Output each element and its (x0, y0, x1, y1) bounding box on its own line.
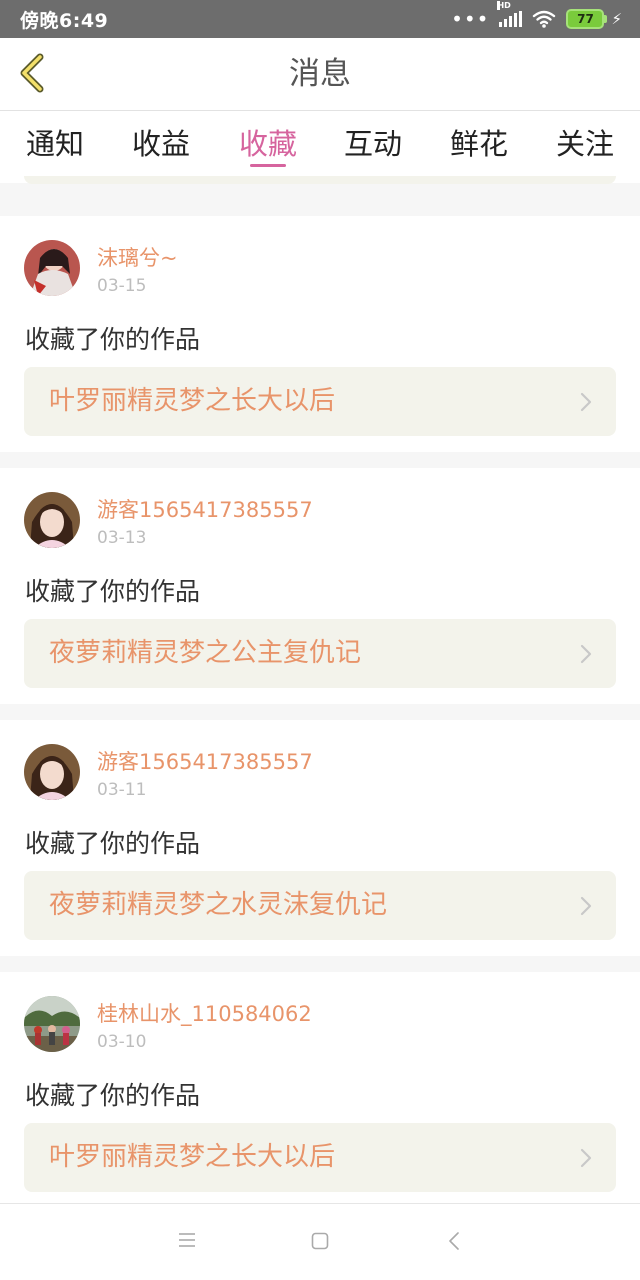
page-title: 消息 (289, 56, 351, 92)
work-link[interactable]: 叶罗丽精灵梦之长大以后 (24, 1123, 616, 1192)
menu-icon[interactable] (178, 1232, 196, 1252)
message-card: 游客1565417385557 03-11 收藏了你的作品 夜萝莉精灵梦之水灵沫… (0, 720, 640, 956)
work-title: 叶罗丽精灵梦之长大以后 (49, 386, 336, 416)
username[interactable]: 游客1565417385557 (97, 494, 313, 524)
avatar[interactable] (24, 492, 80, 548)
tab-favorites[interactable]: 收藏 (228, 121, 308, 163)
active-tab-indicator (250, 164, 286, 167)
username[interactable]: 沫璃兮~ (97, 242, 178, 272)
header-bar: 消息 (0, 38, 640, 111)
chevron-right-icon (580, 1148, 592, 1172)
tab-notifications[interactable]: 通知 (15, 121, 95, 163)
tab-interactions[interactable]: 互动 (333, 121, 413, 163)
home-square-icon[interactable] (311, 1232, 329, 1254)
message-card: 沫璃兮~ 03-15 收藏了你的作品 叶罗丽精灵梦之长大以后 (0, 216, 640, 452)
battery-icon: 77 ⚡ (566, 9, 622, 29)
chevron-right-icon (580, 896, 592, 920)
status-bar: 傍晚6:49 ••• HD 77 ⚡ (0, 0, 640, 38)
work-title: 叶罗丽精灵梦之长大以后 (49, 1142, 336, 1172)
avatar[interactable] (24, 240, 80, 296)
tab-bar: 通知 收益 收藏 互动 鲜花 关注 (0, 111, 640, 183)
action-text: 收藏了你的作品 (25, 325, 201, 354)
work-link[interactable]: 夜萝莉精灵梦之公主复仇记 (24, 619, 616, 688)
work-link[interactable]: 叶罗丽精灵梦之长大以后 (24, 367, 616, 436)
message-card: 游客1565417385557 03-13 收藏了你的作品 夜萝莉精灵梦之公主复… (0, 468, 640, 704)
username[interactable]: 游客1565417385557 (97, 746, 313, 776)
message-card: 桂林山水_110584062 03-10 收藏了你的作品 叶罗丽精灵梦之长大以后 (0, 972, 640, 1208)
status-time: 傍晚6:49 (20, 9, 109, 32)
action-text: 收藏了你的作品 (25, 577, 201, 606)
charging-icon: ⚡ (611, 10, 622, 28)
network-type-label: HD (497, 1, 511, 10)
message-date: 03-13 (97, 528, 147, 548)
work-title: 夜萝莉精灵梦之水灵沫复仇记 (49, 890, 388, 920)
username[interactable]: 桂林山水_110584062 (97, 998, 312, 1028)
battery-level: 77 (566, 9, 605, 29)
back-triangle-icon[interactable] (448, 1232, 460, 1254)
chevron-right-icon (580, 392, 592, 416)
message-date: 03-10 (97, 1032, 147, 1052)
action-text: 收藏了你的作品 (25, 829, 201, 858)
status-icons: ••• HD 77 ⚡ (451, 1, 622, 31)
message-date: 03-15 (97, 276, 147, 296)
tab-earnings[interactable]: 收益 (121, 121, 201, 163)
work-title: 夜萝莉精灵梦之公主复仇记 (49, 638, 362, 668)
tab-following[interactable]: 关注 (545, 121, 625, 163)
signal-icon: HD (497, 1, 523, 27)
work-link[interactable]: 夜萝莉精灵梦之水灵沫复仇记 (24, 871, 616, 940)
message-date: 03-11 (97, 780, 147, 800)
tab-flowers[interactable]: 鲜花 (439, 121, 519, 163)
wifi-icon (532, 10, 556, 28)
action-text: 收藏了你的作品 (25, 1081, 201, 1110)
avatar[interactable] (24, 744, 80, 800)
previous-card-edge (24, 176, 616, 184)
more-dots-icon: ••• (451, 7, 490, 31)
chevron-right-icon (580, 644, 592, 668)
avatar[interactable] (24, 996, 80, 1052)
system-nav-bar (0, 1203, 640, 1280)
